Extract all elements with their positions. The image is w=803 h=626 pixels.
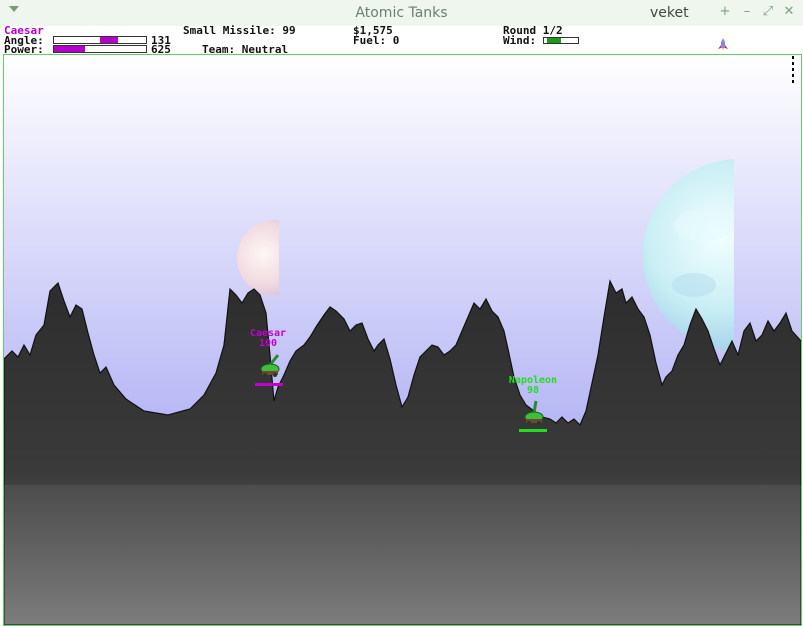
tank-health-napoleon: 98: [526, 385, 540, 396]
tank-napoleon-icon[interactable]: [520, 399, 550, 427]
window-close-button[interactable]: ✕: [781, 4, 797, 20]
window-titlebar: Atomic Tanks veket + – ⤢ ✕: [0, 0, 803, 27]
window-plus-button[interactable]: +: [717, 4, 733, 20]
game-playfield[interactable]: Caesar 100 Napoleon 98: [3, 54, 802, 626]
terrain-haze: [4, 485, 801, 625]
tank-health-bar-caesar: [255, 383, 283, 386]
weapon-label: Small Missile: 99: [183, 24, 296, 37]
rocket-icon[interactable]: [716, 37, 730, 51]
window-minimize-button[interactable]: –: [739, 4, 755, 20]
tank-caesar-icon[interactable]: [256, 351, 286, 379]
window-maximize-button[interactable]: ⤢: [760, 4, 776, 20]
game-scene: [4, 55, 801, 625]
window-title: Atomic Tanks: [355, 5, 448, 21]
wind-label: Wind:: [503, 34, 537, 47]
game-hud: Caesar Angle: 131 Power: 625 Small Missi…: [0, 24, 803, 55]
scroll-dots-icon: [792, 56, 795, 86]
window-menu-arrow-icon[interactable]: [9, 6, 19, 12]
angle-bar: [53, 36, 147, 44]
power-bar: [53, 45, 147, 53]
window-user-label: veket: [650, 5, 689, 21]
tank-health-bar-napoleon: [519, 429, 547, 432]
wind-indicator: [543, 37, 579, 44]
wind-indicator-fill: [547, 38, 561, 43]
tank-health-caesar: 100: [258, 338, 278, 349]
angle-bar-fill: [100, 37, 119, 43]
fuel-label: Fuel: 0: [353, 34, 400, 47]
power-bar-fill: [54, 46, 86, 52]
